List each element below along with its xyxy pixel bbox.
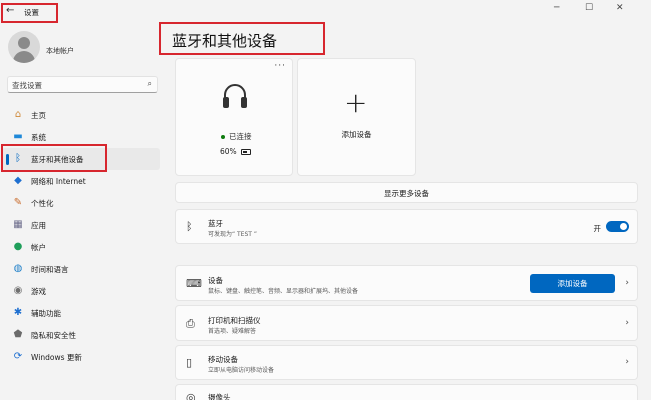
sidebar-item-label: 游戏 <box>31 287 46 296</box>
chevron-right-icon[interactable]: › <box>625 278 629 288</box>
mobile-title: 移动设备 <box>208 355 238 364</box>
devices-title: 设备 <box>208 276 223 285</box>
accessibility-icon: ✱ <box>13 307 23 318</box>
headphones-icon <box>223 84 247 108</box>
title-bar: ← 设置 ─ ☐ ✕ <box>0 0 651 24</box>
printers-subtitle: 首选项、疑难解答 <box>208 328 257 335</box>
account-name: 本地帐户 <box>46 47 74 55</box>
chevron-right-icon[interactable]: › <box>625 318 629 328</box>
sidebar-item-label: 时间和语言 <box>31 265 69 274</box>
chevron-right-icon[interactable]: › <box>625 357 629 367</box>
devices-row[interactable]: ⌨ 设备 鼠标、键盘、触控笔、音频、显示器和扩展坞、其他设备 添加设备 › <box>175 265 638 301</box>
shield-icon: ⬟ <box>13 329 23 340</box>
update-icon: ⟳ <box>13 351 23 362</box>
show-more-label: 显示更多设备 <box>384 189 429 198</box>
sidebar-item[interactable]: ◆ 网络和 Internet <box>2 170 160 192</box>
battery-icon <box>240 149 251 155</box>
title-highlight-box <box>1 3 58 23</box>
sidebar-item[interactable]: ▦ 应用 <box>2 214 160 236</box>
maximize-icon[interactable]: ☐ <box>585 3 593 13</box>
sidebar-highlight-box <box>1 144 107 172</box>
add-device-card[interactable]: + 添加设备 <box>297 58 416 176</box>
device-card[interactable]: ··· 已连接 60% <box>175 58 293 176</box>
sidebar-item[interactable]: ⬟ 隐私和安全性 <box>2 324 160 346</box>
mobile-subtitle: 立即从电脑访问移动设备 <box>208 367 275 374</box>
home-icon: ⌂ <box>14 109 22 120</box>
sidebar-item-label: 隐私和安全性 <box>31 331 76 340</box>
bluetooth-row: ᛒ 蓝牙 可发现为“ TEST ” 开 <box>175 209 638 244</box>
sidebar-item-label: 帐户 <box>31 243 46 252</box>
sidebar-item-label: 辅助功能 <box>31 309 61 318</box>
more-options-icon[interactable]: ··· <box>274 61 286 71</box>
globe-icon: ◍ <box>13 263 23 274</box>
camera-title: 摄像头 <box>208 393 231 400</box>
search-input[interactable]: 查找设置 ⌕ <box>7 76 158 93</box>
printers-title: 打印机和扫描仪 <box>208 316 261 325</box>
keyboard-icon: ⌨ <box>186 277 202 290</box>
wifi-icon: ◆ <box>14 175 22 186</box>
search-icon: ⌕ <box>147 79 152 88</box>
sidebar-item-label: 系统 <box>31 133 46 142</box>
camera-row[interactable]: ◎ 摄像头 <box>175 384 638 400</box>
sidebar-item[interactable]: ◍ 时间和语言 <box>2 258 160 280</box>
apps-icon: ▦ <box>13 219 23 230</box>
account-icon: ● <box>13 241 23 252</box>
sidebar-item-label: 网络和 Internet <box>31 177 86 186</box>
close-icon[interactable]: ✕ <box>616 3 624 13</box>
devices-subtitle: 鼠标、键盘、触控笔、音频、显示器和扩展坞、其他设备 <box>208 288 359 295</box>
sidebar-item[interactable]: ● 帐户 <box>2 236 160 258</box>
sidebar-item[interactable]: ⟳ Windows 更新 <box>2 346 160 368</box>
bluetooth-icon: ᛒ <box>186 220 193 233</box>
page-title-highlight-box <box>159 22 325 55</box>
sidebar-item-label: Windows 更新 <box>31 353 82 362</box>
printers-row[interactable]: ⎙ 打印机和扫描仪 首选项、疑难解答 › <box>175 305 638 341</box>
sidebar-item-label: 主页 <box>31 111 46 120</box>
camera-icon: ◎ <box>186 391 196 400</box>
bluetooth-title: 蓝牙 <box>208 219 223 228</box>
bluetooth-subtitle: 可发现为“ TEST ” <box>208 231 257 238</box>
sidebar-item[interactable]: ✱ 辅助功能 <box>2 302 160 324</box>
add-device-button[interactable]: 添加设备 <box>530 274 615 293</box>
toggle-state-label: 开 <box>593 224 602 233</box>
minimize-icon[interactable]: ─ <box>554 3 559 13</box>
bluetooth-toggle[interactable] <box>606 221 629 232</box>
brush-icon: ✎ <box>13 197 23 208</box>
mobile-devices-row[interactable]: ▯ 移动设备 立即从电脑访问移动设备 › <box>175 345 638 380</box>
show-more-devices-button[interactable]: 显示更多设备 <box>175 182 638 203</box>
battery-level: 60% <box>220 147 251 156</box>
connection-status: 已连接 <box>221 131 252 142</box>
sidebar-item[interactable]: ✎ 个性化 <box>2 192 160 214</box>
printer-icon: ⎙ <box>186 317 195 330</box>
add-device-label: 添加设备 <box>341 130 372 139</box>
sidebar-item-label: 个性化 <box>31 199 54 208</box>
gamepad-icon: ◉ <box>13 285 23 296</box>
phone-icon: ▯ <box>186 356 193 369</box>
monitor-icon: ▬ <box>13 131 23 142</box>
sidebar-item-label: 应用 <box>31 221 46 230</box>
sidebar-item[interactable]: ◉ 游戏 <box>2 280 160 302</box>
sidebar-item[interactable]: ⌂ 主页 <box>2 104 160 126</box>
avatar[interactable] <box>8 31 40 63</box>
search-placeholder: 查找设置 <box>12 81 42 90</box>
plus-icon: + <box>344 86 368 119</box>
